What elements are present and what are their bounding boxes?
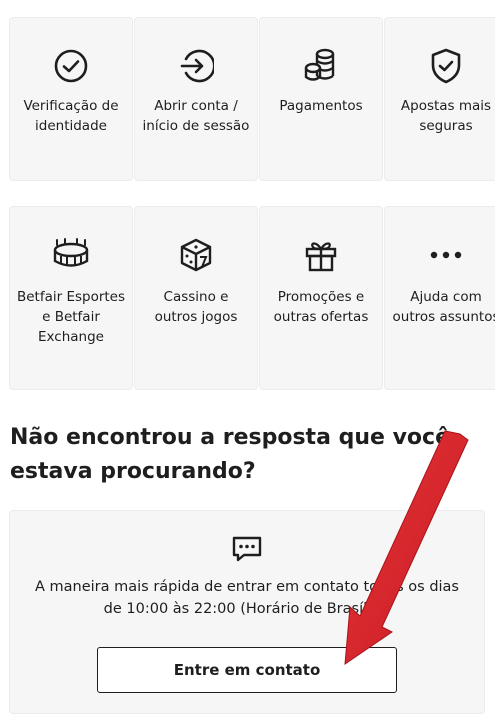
- dice-icon: [135, 233, 257, 277]
- category-tile-casino[interactable]: Cassino e outros jogos: [134, 206, 258, 390]
- category-tile-safer-betting[interactable]: Apostas mais seguras: [384, 17, 495, 181]
- chat-bubble-icon: [10, 535, 484, 563]
- category-tile-sports[interactable]: Betfair Esportes e Betfair Exchange: [9, 206, 133, 390]
- more-dots-icon: [385, 233, 495, 277]
- coins-icon: [260, 44, 382, 88]
- category-label: Apostas mais seguras: [400, 98, 492, 134]
- check-circle-icon: [10, 44, 132, 88]
- contact-message: A maneira mais rápida de entrar em conta…: [35, 579, 459, 617]
- category-label: Ajuda com outros assuntos: [392, 289, 495, 325]
- category-label: Cassino e outros jogos: [154, 289, 238, 325]
- gift-icon: [260, 233, 382, 277]
- category-tile-identity[interactable]: Verificação de identidade: [9, 17, 133, 181]
- shield-check-icon: [385, 44, 495, 88]
- category-label: Verificação de identidade: [23, 98, 119, 134]
- category-tile-promotions[interactable]: Promoções e outras ofertas: [259, 206, 383, 390]
- category-label: Betfair Esportes e Betfair Exchange: [16, 289, 126, 345]
- contact-card: A maneira mais rápida de entrar em conta…: [9, 510, 485, 714]
- contact-heading: Não encontrou a resposta que você estava…: [10, 425, 450, 484]
- category-tile-payments[interactable]: Pagamentos: [259, 17, 383, 181]
- category-tile-login[interactable]: Abrir conta / início de sessão: [134, 17, 258, 181]
- category-label: Abrir conta / início de sessão: [142, 98, 250, 134]
- category-label: Promoções e outras ofertas: [273, 289, 369, 325]
- contact-button[interactable]: Entre em contato: [97, 647, 397, 693]
- category-tile-other-help[interactable]: Ajuda com outros assuntos: [384, 206, 495, 390]
- category-label: Pagamentos: [279, 98, 363, 114]
- stadium-icon: [10, 233, 132, 277]
- login-arrow-icon: [135, 44, 257, 88]
